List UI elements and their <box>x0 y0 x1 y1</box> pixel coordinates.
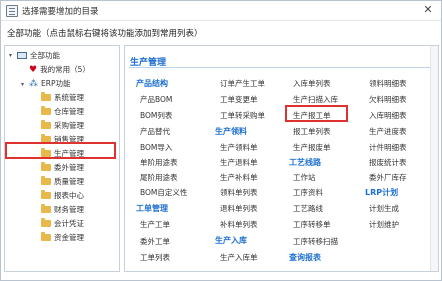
menu-item[interactable]: 工序转移扫描 <box>293 236 338 247</box>
menu-item[interactable]: 委外厂库存 <box>369 172 407 183</box>
menu-item[interactable]: 补料单列表 <box>220 219 258 230</box>
folder-icon <box>41 105 51 115</box>
menu-item[interactable]: 计划生成 <box>369 203 399 214</box>
dialog-window: 选择需要增加的目录 ✕ 全部功能（点击鼠标右键将该功能添加到常用列表） ▾ 全部… <box>0 0 442 281</box>
tree-item-quality[interactable]: 质量管理 <box>41 175 84 188</box>
item-highlight <box>285 105 348 122</box>
folder-icon <box>41 189 51 199</box>
menu-item[interactable]: 订单产生工单 <box>220 78 265 89</box>
menu-item[interactable]: 报废统计表 <box>369 157 407 168</box>
heart-icon: ♥ <box>29 64 38 75</box>
app-icon <box>6 5 18 17</box>
menu-item[interactable]: 入库单列表 <box>293 78 331 89</box>
tree-item-funds[interactable]: 资金管理 <box>41 231 84 244</box>
category-lrp-plan: LRP计划 <box>365 188 399 197</box>
menu-item[interactable]: 工艺路线 <box>293 203 323 214</box>
menu-item[interactable]: 生产入库单 <box>220 252 258 263</box>
function-panel: 生产管理 产品结构 产品BOM BOM列表 产品替代 BOM导入 单阶用途表 尾… <box>124 45 439 272</box>
menu-item[interactable]: 生产工单 <box>140 219 170 230</box>
menu-item[interactable]: 单阶用途表 <box>140 157 178 168</box>
menu-item[interactable]: 产品替代 <box>140 126 170 137</box>
section-divider <box>129 67 435 68</box>
menu-item[interactable]: 欠料明细表 <box>369 94 407 105</box>
tree-item-outsource[interactable]: 委外管理 <box>41 161 84 174</box>
tree-item-vouchers[interactable]: 会计凭证 <box>41 217 84 230</box>
menu-item[interactable]: 生产领料单 <box>220 142 258 153</box>
instruction-text: 全部功能（点击鼠标右键将该功能添加到常用列表） <box>7 29 203 39</box>
tree-item-warehouse[interactable]: 仓库管理 <box>41 105 84 118</box>
network-icon: ⁂ <box>29 78 38 89</box>
menu-item[interactable]: 领料单列表 <box>220 187 258 198</box>
tree-erp[interactable]: ⁂ ERP功能 <box>29 78 70 90</box>
selection-highlight <box>5 142 116 159</box>
menu-item[interactable]: 工序转移单 <box>293 219 331 230</box>
menu-item[interactable]: 生产退料单 <box>220 157 258 168</box>
vertical-scrollbar[interactable] <box>430 46 438 271</box>
menu-item[interactable]: 工单列表 <box>140 252 170 263</box>
tree-item-system[interactable]: 系统管理 <box>41 91 84 104</box>
menu-item[interactable]: 计件明细表 <box>369 142 407 153</box>
category-production-picking: 生产领料 <box>215 127 247 136</box>
tree-item-reports[interactable]: 报表中心 <box>41 189 84 202</box>
tree-item-finance[interactable]: 财务管理 <box>41 203 84 216</box>
collapse-icon[interactable]: ▾ <box>21 82 27 88</box>
menu-item[interactable]: 报工单列表 <box>293 126 331 137</box>
folder-icon <box>41 231 51 241</box>
title-bar: 选择需要增加的目录 ✕ <box>1 1 441 21</box>
menu-item[interactable]: 生产报废单 <box>293 142 331 153</box>
menu-item[interactable]: BOM导入 <box>140 142 172 153</box>
menu-item[interactable]: 工序资料 <box>293 187 323 198</box>
category-product-structure: 产品结构 <box>136 79 168 88</box>
menu-item[interactable]: 委外工单 <box>140 236 170 247</box>
menu-item[interactable]: 工单变更单 <box>220 94 258 105</box>
close-icon[interactable]: ✕ <box>421 3 435 17</box>
menu-item[interactable]: 工作站 <box>293 172 316 183</box>
collapse-icon[interactable]: ▾ <box>9 53 15 59</box>
folder-icon <box>41 217 51 227</box>
folder-icon <box>41 161 51 171</box>
menu-item[interactable]: 领料明细表 <box>369 78 407 89</box>
category-work-orders: 工单管理 <box>136 204 168 213</box>
menu-item[interactable]: 计划维护 <box>369 219 399 230</box>
folder-icon <box>41 203 51 213</box>
category-production-inbound: 生产入库 <box>215 236 247 245</box>
menu-item[interactable]: 生产扫描入库 <box>293 94 338 105</box>
computer-icon <box>17 51 27 59</box>
menu-item[interactable]: 生产进度表 <box>369 126 407 137</box>
menu-item[interactable]: BOM自定义性 <box>140 187 187 198</box>
tree-favorites[interactable]: ♥ 我的常用（5） <box>29 64 90 76</box>
tree-root[interactable]: 全部功能 <box>17 50 60 62</box>
window-title: 选择需要增加的目录 <box>22 7 99 17</box>
menu-item[interactable]: 尾阶用途表 <box>140 172 178 183</box>
menu-item[interactable]: BOM列表 <box>140 110 172 121</box>
menu-item[interactable]: 工单转采购单 <box>220 110 265 121</box>
category-process-route: 工艺线路 <box>289 158 321 167</box>
menu-item[interactable]: 生产补料单 <box>220 172 258 183</box>
folder-icon <box>41 91 51 101</box>
category-query-reports: 查询报表 <box>289 253 321 262</box>
folder-icon <box>41 175 51 185</box>
menu-item[interactable]: 退料单列表 <box>220 203 258 214</box>
menu-item[interactable]: 入库明细表 <box>369 110 407 121</box>
folder-icon <box>41 119 51 129</box>
menu-item[interactable]: 产品BOM <box>140 94 172 105</box>
tree-item-purchase[interactable]: 采购管理 <box>41 119 84 132</box>
